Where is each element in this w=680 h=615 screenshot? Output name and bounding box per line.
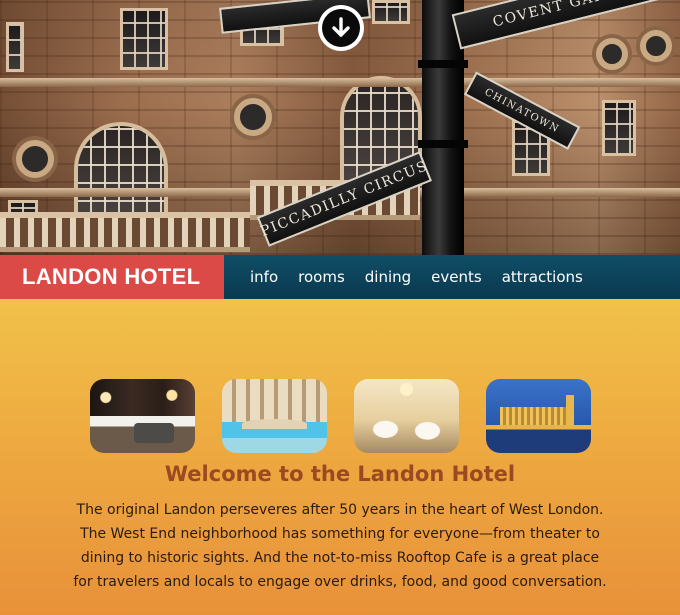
balcony-balustrade	[0, 212, 250, 252]
arrow-down-circle-icon	[322, 9, 360, 47]
round-window	[234, 98, 272, 136]
round-window	[640, 30, 672, 62]
thumbnail-row	[0, 379, 680, 453]
page-title: Welcome to the Landon Hotel	[164, 462, 516, 486]
nav-links: info rooms dining events attractions	[224, 255, 593, 299]
scroll-down-button[interactable]	[318, 5, 364, 51]
indoor-pool-photo[interactable]	[222, 379, 327, 453]
nav-link-info[interactable]: info	[240, 255, 288, 299]
nav-link-rooms[interactable]: rooms	[288, 255, 355, 299]
sign-pole-band	[418, 60, 468, 68]
hotel-room-photo[interactable]	[90, 379, 195, 453]
building-window	[602, 100, 636, 156]
main-navbar: LANDON HOTEL info rooms dining events at…	[0, 255, 680, 299]
stone-ledge	[0, 78, 680, 87]
building-window	[6, 22, 24, 72]
building-window	[120, 8, 168, 70]
intro-paragraph: The original Landon perseveres after 50 …	[73, 502, 607, 590]
brand-logo[interactable]: LANDON HOTEL	[0, 255, 224, 299]
round-window	[16, 140, 54, 178]
nav-link-attractions[interactable]: attractions	[492, 255, 593, 299]
building-window	[372, 0, 410, 24]
nav-link-dining[interactable]: dining	[355, 255, 421, 299]
street-sign-label: COVENT GARDEN	[491, 0, 644, 31]
arched-window	[74, 122, 168, 222]
sign-pole-band	[418, 140, 468, 148]
parliament-photo[interactable]	[486, 379, 591, 453]
dining-room-photo[interactable]	[354, 379, 459, 453]
nav-link-events[interactable]: events	[421, 255, 492, 299]
main-content: Welcome to the Landon Hotel The original…	[0, 299, 680, 615]
arrow-down-icon	[332, 17, 350, 37]
round-window	[596, 38, 628, 70]
